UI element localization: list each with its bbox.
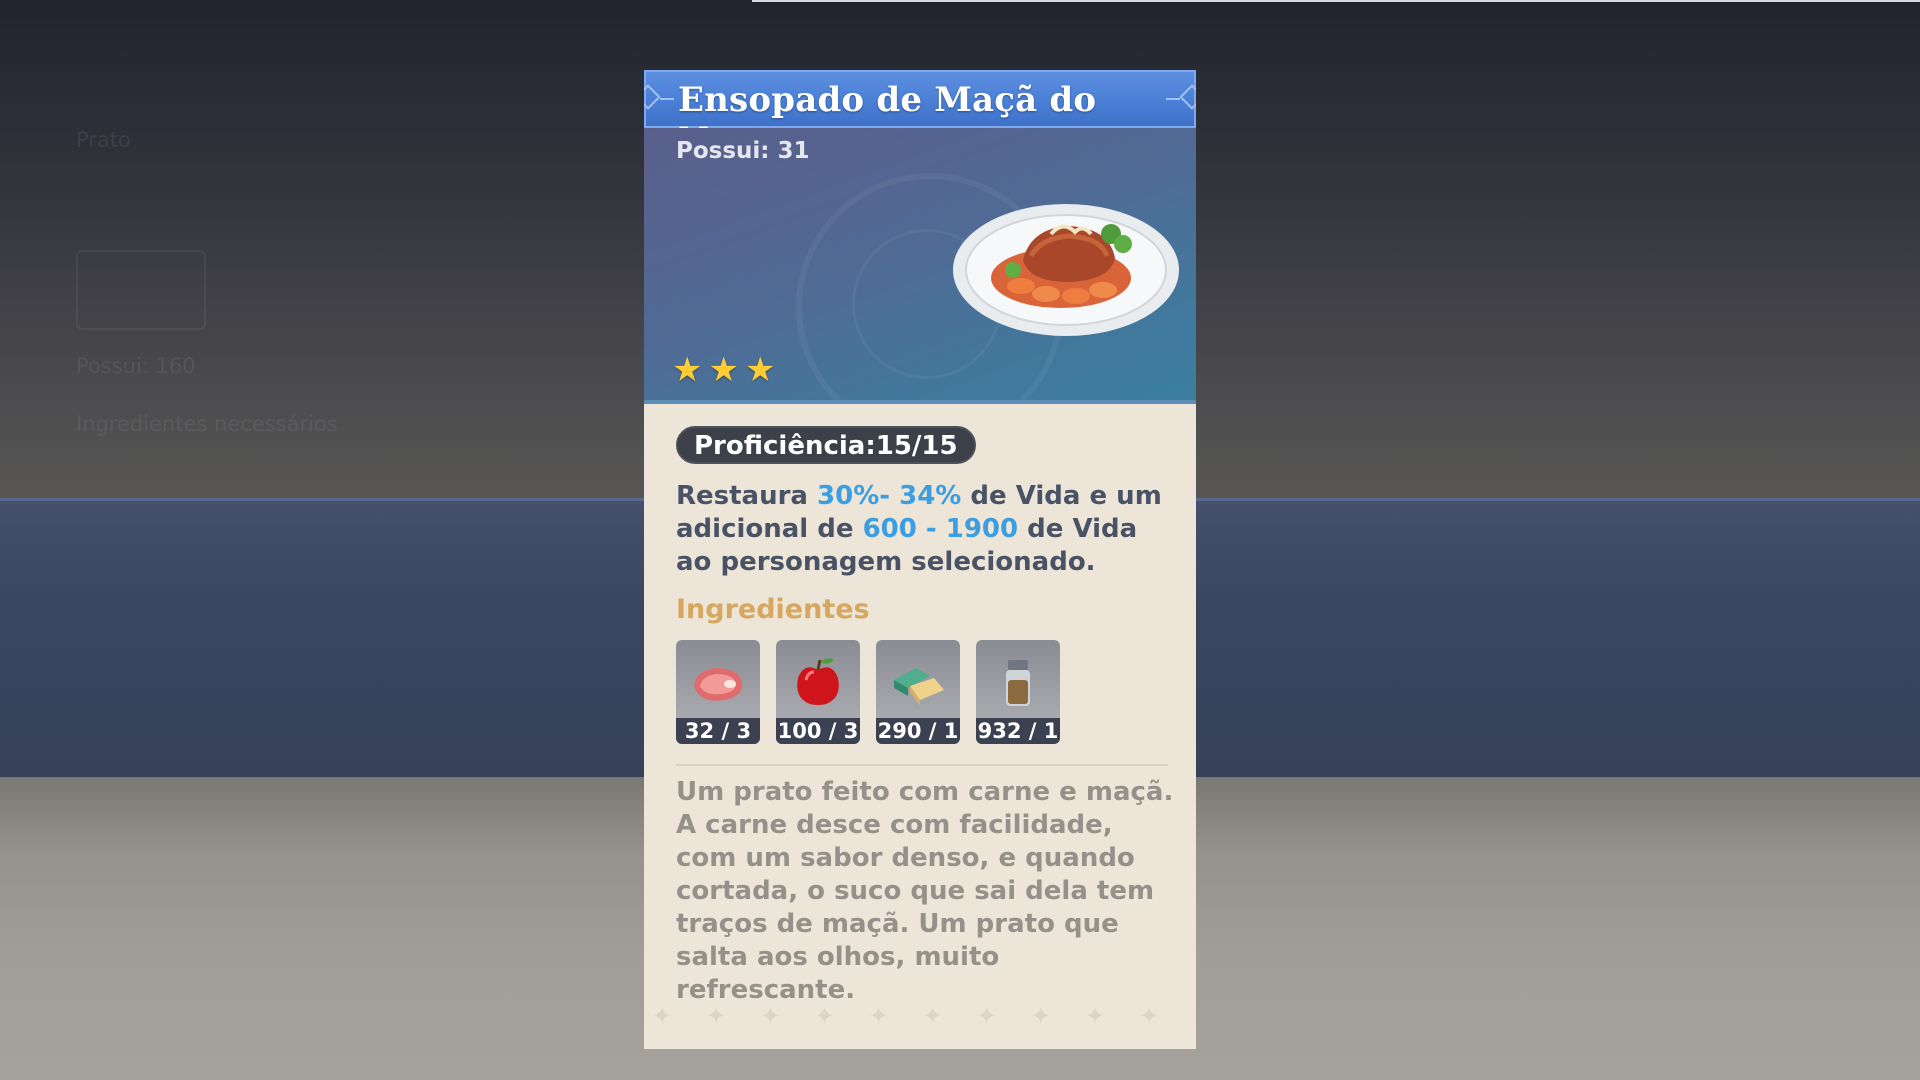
ingredient-slot-butter[interactable]: 290 / 1 bbox=[876, 640, 960, 744]
butter-icon bbox=[894, 668, 944, 706]
section-divider bbox=[676, 764, 1168, 766]
effect-text: Restaura bbox=[676, 481, 818, 511]
ingredient-count: 32 / 3 bbox=[676, 718, 760, 744]
ingredient-slot-pepper[interactable]: 932 / 1 bbox=[976, 640, 1060, 744]
owned-count: Possui: 31 bbox=[676, 138, 810, 164]
rarity-star-icon: ★ bbox=[708, 350, 739, 390]
ingredient-slot-apple[interactable]: 100 / 3 bbox=[776, 640, 860, 744]
ingredients-heading: Ingredientes bbox=[676, 594, 870, 625]
decorative-star-pattern: ✦✦✦✦✦✦✦✦✦✦ bbox=[652, 1002, 1194, 1030]
background-top-line bbox=[752, 0, 1920, 2]
effect-percent-value: 30%- 34% bbox=[817, 481, 962, 511]
item-lore: Um prato feito com carne e maçã. A carne… bbox=[676, 777, 1174, 1005]
title-ornament-left-icon bbox=[644, 84, 661, 110]
rarity-star-icon: ★ bbox=[672, 350, 703, 390]
card-title-bar: Ensopado de Maçã do Norte bbox=[644, 70, 1196, 160]
item-details: Proficiência:15/15 Restaura 30%- 34% de … bbox=[644, 400, 1196, 1049]
apple-icon bbox=[797, 658, 839, 705]
effect-flat-value: 600 - 1900 bbox=[862, 514, 1019, 544]
rarity-stars: ★ ★ ★ bbox=[672, 353, 775, 387]
item-detail-card: Ensopado de Maçã do Norte Possui: 31 ★ ★… bbox=[644, 70, 1196, 1049]
pepper-jar-icon bbox=[1006, 660, 1030, 706]
background-faded-ingredients-label: Ingredientes necessários bbox=[76, 412, 338, 436]
effect-description: Restaura 30%- 34% de Vida e um adicional… bbox=[676, 480, 1176, 579]
raw-meat-icon bbox=[694, 668, 743, 701]
background-faded-item-box bbox=[76, 250, 206, 330]
ingredient-count: 100 / 3 bbox=[776, 718, 860, 744]
proficiency-badge: Proficiência:15/15 bbox=[676, 426, 976, 464]
item-banner: Possui: 31 ★ ★ ★ bbox=[644, 128, 1196, 400]
ingredients-list: 32 / 3 100 / 3 290 / 1 932 / 1 bbox=[676, 640, 1060, 744]
title-ornament-line-left bbox=[660, 98, 674, 100]
ingredient-count: 932 / 1 bbox=[976, 718, 1060, 744]
rarity-star-icon: ★ bbox=[744, 350, 776, 390]
background-faded-category: Prato bbox=[76, 128, 131, 152]
dish-image-icon bbox=[953, 204, 1179, 336]
ingredient-count: 290 / 1 bbox=[876, 718, 960, 744]
background-faded-owned: Possui: 160 bbox=[76, 354, 196, 378]
ingredient-slot-raw-meat[interactable]: 32 / 3 bbox=[676, 640, 760, 744]
